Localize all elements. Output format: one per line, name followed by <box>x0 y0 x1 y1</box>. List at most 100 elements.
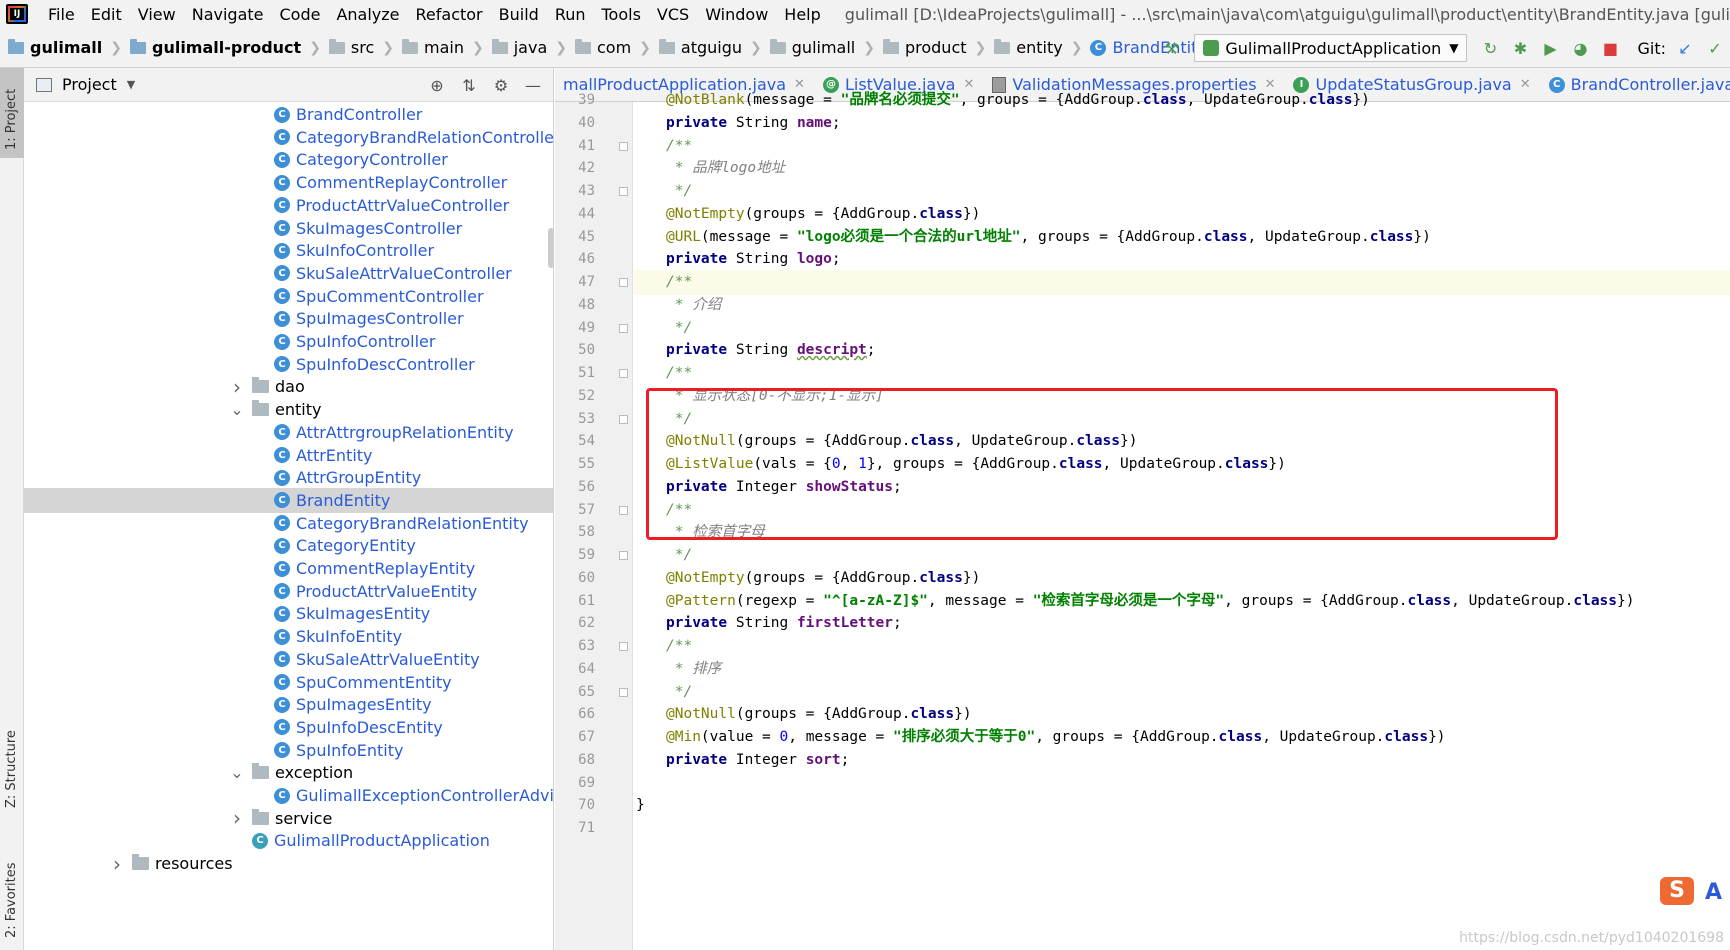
run-configuration-selector[interactable]: GulimallProductApplication ▼ <box>1194 34 1468 62</box>
code-line[interactable]: private String name; <box>634 111 1730 136</box>
tree-package-item[interactable]: ⌄ exception <box>24 760 553 785</box>
menu-file[interactable]: File <box>40 5 83 24</box>
profile-icon[interactable]: ◕ <box>1570 38 1590 58</box>
tree-class-item[interactable]: C SpuCommentEntity <box>24 670 553 695</box>
menu-view[interactable]: View <box>130 5 184 24</box>
tree-class-item[interactable]: C BrandController <box>24 102 553 127</box>
project-tree-scrollbar[interactable] <box>548 228 553 268</box>
tree-class-item[interactable]: C SkuInfoEntity <box>24 624 553 649</box>
code-line[interactable]: private String descript; <box>634 338 1730 363</box>
code-line[interactable]: /** <box>634 634 1730 659</box>
menu-refactor[interactable]: Refactor <box>408 5 491 24</box>
tree-class-item[interactable]: C GulimallProductApplication <box>24 828 553 853</box>
tree-class-item[interactable]: C SkuSaleAttrValueEntity <box>24 647 553 672</box>
menu-tools[interactable]: Tools <box>594 5 649 24</box>
tool-window-structure-tab[interactable]: Z: Structure <box>0 668 24 818</box>
chevron-right-icon[interactable]: › <box>230 375 244 399</box>
code-line[interactable]: @Min(value = 0, message = "排序必须大于等于0", g… <box>634 725 1730 750</box>
tool-window-favorites-tab[interactable]: 2: Favorites <box>0 828 24 948</box>
tree-class-item[interactable]: C CategoryEntity <box>24 533 553 558</box>
code-line[interactable]: } <box>634 793 1730 818</box>
code-line[interactable] <box>634 771 1730 796</box>
chevron-right-icon[interactable]: › <box>230 806 244 830</box>
tree-class-item[interactable]: C ProductAttrValueController <box>24 193 553 218</box>
tree-class-item[interactable]: C SkuInfoController <box>24 238 553 263</box>
tree-class-item[interactable]: C SpuImagesController <box>24 306 553 331</box>
code-line[interactable]: @NotEmpty(groups = {AddGroup.class}) <box>634 566 1730 591</box>
tree-package-item[interactable]: › service <box>24 806 553 831</box>
tree-class-item[interactable]: C GulimallExceptionControllerAdvice <box>24 783 553 808</box>
gear-icon[interactable]: ⚙ <box>491 75 511 95</box>
tree-package-item[interactable]: › dao <box>24 374 553 399</box>
fold-marker-icon[interactable] <box>619 323 628 333</box>
build-hammer-icon[interactable]: ⚒ <box>1161 38 1181 58</box>
breadcrumb-item-gulimall-product[interactable]: gulimall-product ❯ <box>122 38 321 57</box>
tree-class-item[interactable]: C CommentReplayController <box>24 170 553 195</box>
tree-package-item[interactable]: ⌄ entity <box>24 397 553 422</box>
code-line[interactable]: @NotEmpty(groups = {AddGroup.class}) <box>634 202 1730 227</box>
tree-class-item[interactable]: C SkuSaleAttrValueController <box>24 261 553 286</box>
tree-class-item[interactable]: C ProductAttrValueEntity <box>24 579 553 604</box>
tree-class-item[interactable]: C SkuImagesController <box>24 216 553 241</box>
code-line[interactable]: @NotNull(groups = {AddGroup.class}) <box>634 702 1730 727</box>
code-line[interactable]: @NotBlank(message = "品牌名必须提交", groups = … <box>634 88 1730 113</box>
fold-marker-icon[interactable] <box>619 369 628 378</box>
code-line[interactable]: */ <box>634 179 1730 204</box>
fold-marker-icon[interactable] <box>619 278 628 287</box>
chevron-right-icon[interactable]: › <box>110 852 124 876</box>
tree-class-item[interactable]: C SpuImagesEntity <box>24 692 553 717</box>
fold-marker-icon[interactable] <box>619 505 628 515</box>
code-line[interactable]: * 排序 <box>634 657 1730 682</box>
code-line[interactable]: * 品牌logo地址 <box>634 156 1730 181</box>
breadcrumb-item-gulimall[interactable]: gulimall ❯ <box>0 38 122 57</box>
menu-code[interactable]: Code <box>272 5 329 24</box>
tree-class-item[interactable]: C CategoryBrandRelationEntity <box>24 511 553 536</box>
code-line[interactable]: /** <box>634 270 1730 295</box>
code-line[interactable]: /** <box>634 361 1730 386</box>
menu-help[interactable]: Help <box>776 5 828 24</box>
git-update-arrow-icon[interactable]: ↙ <box>1675 38 1695 58</box>
chevron-down-icon[interactable]: ⌄ <box>230 763 244 782</box>
fold-marker-icon[interactable] <box>619 687 628 697</box>
fold-marker-icon[interactable] <box>619 551 628 560</box>
hide-panel-icon[interactable]: — <box>523 75 543 95</box>
menu-analyze[interactable]: Analyze <box>328 5 407 24</box>
tree-class-item[interactable]: C CategoryController <box>24 147 553 172</box>
code-line[interactable]: @Pattern(regexp = "^[a-zA-Z]$", message … <box>634 589 1730 614</box>
code-line[interactable]: private Integer sort; <box>634 748 1730 773</box>
code-line[interactable]: * 介绍 <box>634 293 1730 318</box>
fold-marker-icon[interactable] <box>619 141 628 151</box>
ime-mode-indicator[interactable]: A <box>1705 880 1722 905</box>
tree-package-item[interactable]: › resources <box>24 851 553 876</box>
tree-class-item[interactable]: C SpuInfoEntity <box>24 738 553 763</box>
menu-build[interactable]: Build <box>491 5 547 24</box>
code-line[interactable]: private String logo; <box>634 247 1730 272</box>
menu-window[interactable]: Window <box>697 5 776 24</box>
project-panel-title[interactable]: Project <box>62 75 117 94</box>
breadcrumb-item-gulimall[interactable]: gulimall ❯ <box>762 38 875 57</box>
menu-navigate[interactable]: Navigate <box>184 5 272 24</box>
collapse-all-icon[interactable]: ⇅ <box>459 75 479 95</box>
tree-class-item[interactable]: C SpuInfoDescController <box>24 352 553 377</box>
locate-target-icon[interactable]: ⊕ <box>427 75 447 95</box>
tree-class-item[interactable]: C BrandEntity <box>24 487 553 513</box>
tool-window-project-tab[interactable]: 1: Project <box>0 68 24 158</box>
fold-marker-icon[interactable] <box>619 187 628 196</box>
fold-marker-icon[interactable] <box>619 642 628 651</box>
tree-class-item[interactable]: C AttrGroupEntity <box>24 465 553 490</box>
breadcrumb-item-java[interactable]: java ❯ <box>484 38 567 57</box>
chevron-down-icon[interactable]: ▼ <box>127 78 135 91</box>
tree-class-item[interactable]: C CommentReplayEntity <box>24 556 553 581</box>
code-line[interactable]: */ <box>634 680 1730 705</box>
rerun-icon[interactable]: ↻ <box>1480 38 1500 58</box>
menu-vcs[interactable]: VCS <box>649 5 697 24</box>
code-line[interactable]: private String firstLetter; <box>634 611 1730 636</box>
breadcrumb-item-product[interactable]: product ❯ <box>875 38 986 57</box>
menu-run[interactable]: Run <box>547 5 594 24</box>
fold-marker-icon[interactable] <box>619 414 628 424</box>
sogou-ime-icon[interactable]: S <box>1660 877 1694 905</box>
tree-class-item[interactable]: C AttrAttrgroupRelationEntity <box>24 420 553 445</box>
stop-icon[interactable]: ■ <box>1600 38 1620 58</box>
tree-class-item[interactable]: C CategoryBrandRelationController <box>24 125 553 150</box>
code-line[interactable]: @URL(message = "logo必须是一个合法的url地址", grou… <box>634 225 1730 250</box>
